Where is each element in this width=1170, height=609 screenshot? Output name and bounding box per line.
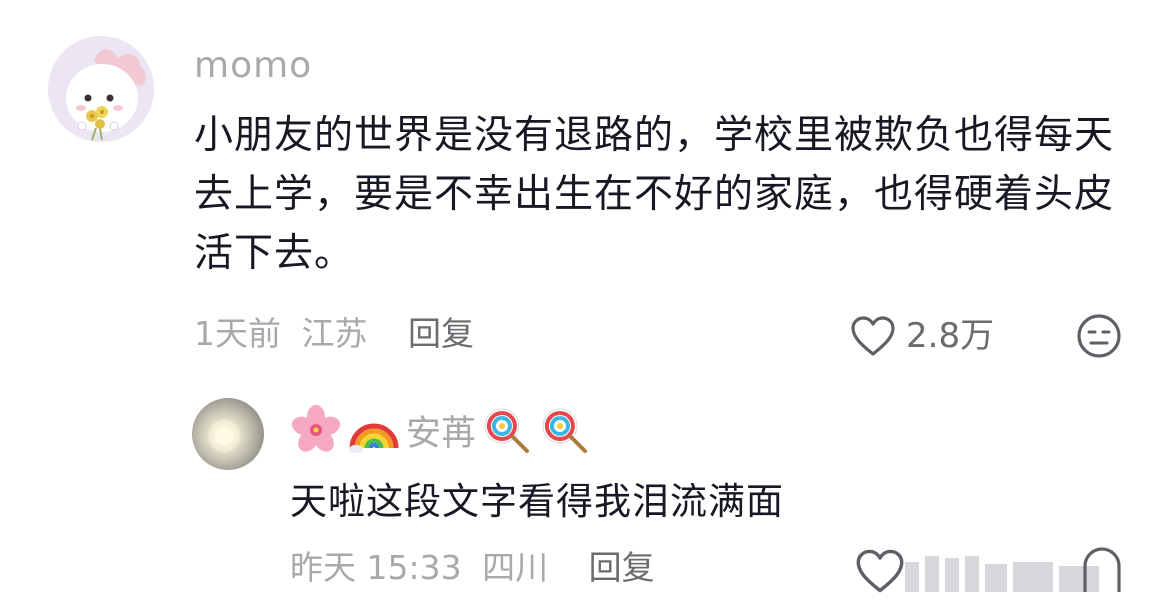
reply-meta: 昨天 15:33 四川 回复 <box>290 546 655 590</box>
puppy-avatar-icon <box>48 36 154 142</box>
sun-glow-avatar-icon <box>208 420 240 452</box>
reply-username[interactable]: 安苒 <box>406 405 476 456</box>
reply-time: 昨天 15:33 <box>290 548 462 587</box>
comment-time: 1天前 <box>194 314 281 353</box>
reply-location: 四川 <box>482 548 549 587</box>
comment-meta: 1天前 江苏 回复 <box>194 312 474 356</box>
dislike-button[interactable] <box>1082 546 1122 594</box>
like-count-obscured <box>905 552 1099 592</box>
reply-button[interactable]: 回复 <box>589 548 655 587</box>
meh-face-icon <box>1077 314 1121 358</box>
like-button[interactable]: 2.8万 <box>850 312 994 360</box>
heart-outline-icon <box>851 316 895 356</box>
lollipop-emoji-icon <box>542 408 588 453</box>
cherry-blossom-emoji-icon <box>291 405 341 452</box>
meh-face-icon <box>1083 547 1121 592</box>
comment-item: momo 小朋友的世界是没有退路的，学校里被欺负也得每天去上学，要是不幸出生在不… <box>0 0 1170 380</box>
reply-username-row[interactable]: 安苒 <box>290 404 596 456</box>
reply-button[interactable]: 回复 <box>408 314 474 353</box>
avatar[interactable] <box>48 36 154 142</box>
dislike-button[interactable] <box>1075 312 1123 360</box>
comment-location: 江苏 <box>301 314 368 353</box>
rainbow-emoji-icon <box>349 423 399 453</box>
heart-outline-icon <box>856 549 904 593</box>
avatar[interactable] <box>192 398 264 470</box>
comment-username[interactable]: momo <box>194 44 312 88</box>
reply-item: 安苒 天啦这段文字看得我泪流满面 昨天 15:33 四川 回复 <box>0 380 1170 609</box>
like-button[interactable] <box>855 548 907 596</box>
lollipop-emoji-icon <box>484 408 530 453</box>
like-count: 2.8万 <box>906 316 995 356</box>
reply-text: 天啦这段文字看得我泪流满面 <box>290 480 784 523</box>
comment-text: 小朋友的世界是没有退路的，学校里被欺负也得每天去上学，要是不幸出生在不好的家庭，… <box>194 113 1115 276</box>
